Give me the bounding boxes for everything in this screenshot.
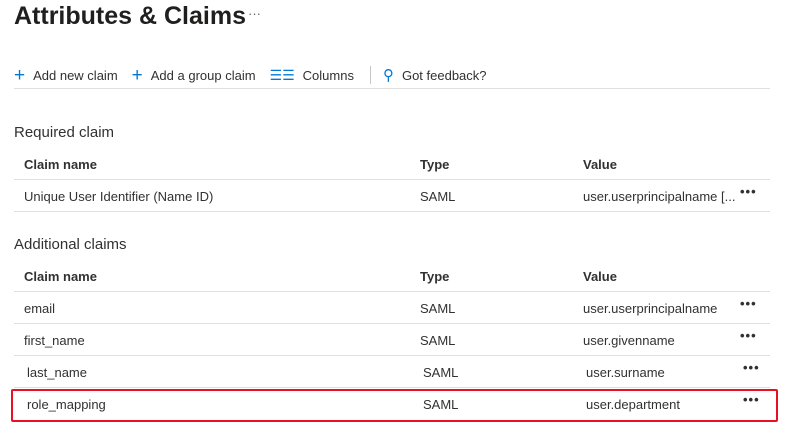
row-more-icon[interactable]: •••: [743, 360, 760, 375]
claim-name: last_name: [27, 365, 87, 380]
highlight-box: [11, 389, 778, 422]
plus-icon: +: [131, 64, 143, 86]
table-row[interactable]: email SAML user.userprincipalname •••: [14, 292, 770, 324]
feedback-label: Got feedback?: [401, 67, 487, 83]
page-title: Attributes & Claims: [14, 2, 246, 30]
column-header-claim-name: Claim name: [24, 157, 97, 172]
required-table-header: Claim name Type Value: [14, 148, 770, 180]
column-header-claim-name: Claim name: [24, 269, 97, 284]
row-more-icon[interactable]: •••: [740, 296, 757, 311]
table-row[interactable]: Unique User Identifier (Name ID) SAML us…: [14, 180, 770, 212]
claim-type: SAML: [420, 189, 456, 204]
feedback-button[interactable]: ⚲ Got feedback?: [383, 68, 487, 83]
table-row[interactable]: first_name SAML user.givenname •••: [14, 324, 770, 356]
additional-table-header: Claim name Type Value: [14, 260, 770, 292]
column-header-value: Value: [583, 269, 617, 284]
claim-name: Unique User Identifier (Name ID): [24, 189, 214, 204]
claim-value: user.userprincipalname: [583, 301, 718, 316]
table-row[interactable]: last_name SAML user.surname •••: [14, 356, 770, 388]
columns-button[interactable]: ☰☰ Columns: [270, 68, 354, 83]
add-group-claim-label: Add a group claim: [150, 67, 256, 83]
plus-icon: +: [14, 64, 26, 86]
feedback-icon: ⚲: [382, 66, 394, 84]
toolbar: + Add new claim + Add a group claim ☰☰ Colu…: [14, 62, 770, 89]
column-header-type: Type: [420, 269, 450, 284]
claim-value: user.userprincipalname [...: [583, 189, 736, 204]
claim-type: SAML: [423, 365, 459, 380]
claim-value: user.surname: [586, 365, 665, 380]
add-new-claim-label: Add new claim: [33, 67, 118, 83]
columns-label: Columns: [302, 67, 354, 83]
required-claim-heading: Required claim: [14, 124, 115, 141]
claim-name: email: [24, 301, 56, 316]
column-header-type: Type: [420, 157, 450, 172]
toolbar-divider: [369, 66, 371, 84]
claim-type: SAML: [420, 333, 456, 348]
more-options-icon[interactable]: ···: [248, 6, 261, 21]
add-new-claim-button[interactable]: + Add new claim: [14, 66, 118, 85]
row-more-icon[interactable]: •••: [740, 328, 757, 343]
add-group-claim-button[interactable]: + Add a group claim: [132, 66, 256, 85]
row-more-icon[interactable]: •••: [740, 184, 757, 199]
additional-claims-heading: Additional claims: [14, 236, 127, 253]
claim-value: user.givenname: [583, 333, 675, 348]
columns-icon: ☰☰: [269, 67, 295, 83]
claim-name: first_name: [24, 333, 85, 348]
claim-type: SAML: [420, 301, 456, 316]
column-header-value: Value: [583, 157, 617, 172]
